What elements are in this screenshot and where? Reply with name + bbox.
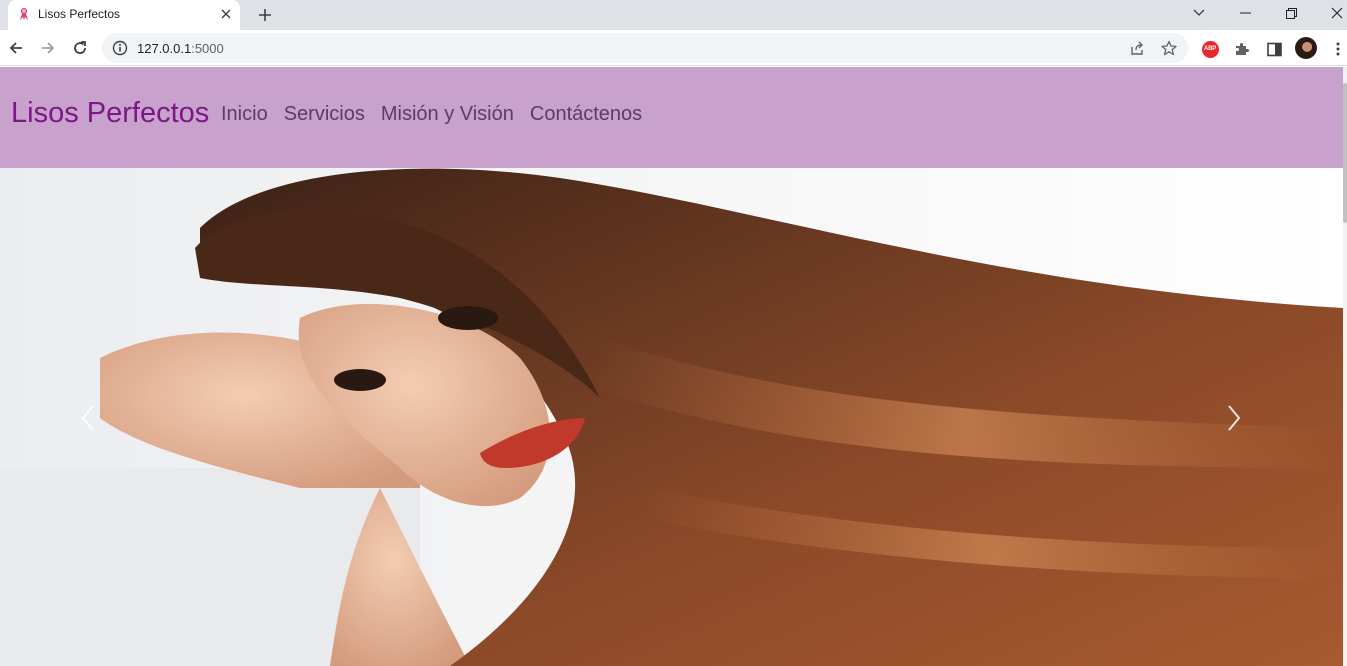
- url-port: :5000: [191, 41, 224, 56]
- ribbon-favicon-icon: [16, 6, 32, 22]
- share-icon[interactable]: [1128, 39, 1146, 57]
- hero-carousel: [0, 168, 1343, 666]
- star-icon[interactable]: [1160, 39, 1178, 57]
- nav-link-servicios[interactable]: Servicios: [284, 103, 365, 126]
- address-bar[interactable]: 127.0.0.1:5000: [102, 33, 1188, 63]
- puzzle-icon[interactable]: [1232, 39, 1252, 59]
- info-icon[interactable]: [112, 40, 128, 56]
- tab-title: Lisos Perfectos: [38, 7, 121, 21]
- nav-link-mision-vision[interactable]: Misión y Visión: [381, 103, 514, 126]
- site-navbar: Lisos Perfectos Inicio Servicios Misión …: [0, 67, 1343, 168]
- url-text: 127.0.0.1:5000: [137, 41, 224, 56]
- nav-links: Inicio Servicios Misión y Visión Contáct…: [221, 103, 642, 126]
- chevron-left-icon[interactable]: [80, 404, 110, 434]
- side-panel-icon[interactable]: [1264, 39, 1284, 59]
- browser-tab[interactable]: Lisos Perfectos: [8, 0, 240, 30]
- nav-link-contactenos[interactable]: Contáctenos: [530, 103, 642, 126]
- close-icon[interactable]: [218, 6, 234, 22]
- tab-strip: Lisos Perfectos: [0, 0, 1347, 30]
- web-page: Lisos Perfectos Inicio Servicios Misión …: [0, 67, 1343, 666]
- scrollbar-thumb[interactable]: [1343, 83, 1347, 223]
- more-vertical-icon[interactable]: [1328, 39, 1347, 59]
- minimize-icon[interactable]: [1222, 0, 1268, 26]
- nav-link-inicio[interactable]: Inicio: [221, 103, 268, 126]
- browser-toolbar: 127.0.0.1:5000 ABP: [0, 30, 1347, 66]
- chevron-right-icon[interactable]: [1226, 404, 1256, 434]
- profile-avatar[interactable]: [1295, 37, 1317, 59]
- page-scrollbar[interactable]: [1343, 67, 1347, 666]
- adblock-plus-label: ABP: [1201, 40, 1219, 58]
- url-host: 127.0.0.1: [137, 41, 192, 56]
- plus-icon[interactable]: [254, 4, 276, 26]
- arrow-left-icon[interactable]: [4, 36, 28, 60]
- reload-icon[interactable]: [68, 36, 92, 60]
- close-icon[interactable]: [1314, 0, 1347, 26]
- adblock-plus-icon[interactable]: ABP: [1200, 39, 1220, 59]
- carousel-image: [0, 168, 1343, 666]
- chevron-down-icon[interactable]: [1176, 0, 1222, 26]
- restore-icon[interactable]: [1268, 0, 1314, 26]
- site-brand[interactable]: Lisos Perfectos: [11, 97, 209, 130]
- arrow-right-icon[interactable]: [36, 36, 60, 60]
